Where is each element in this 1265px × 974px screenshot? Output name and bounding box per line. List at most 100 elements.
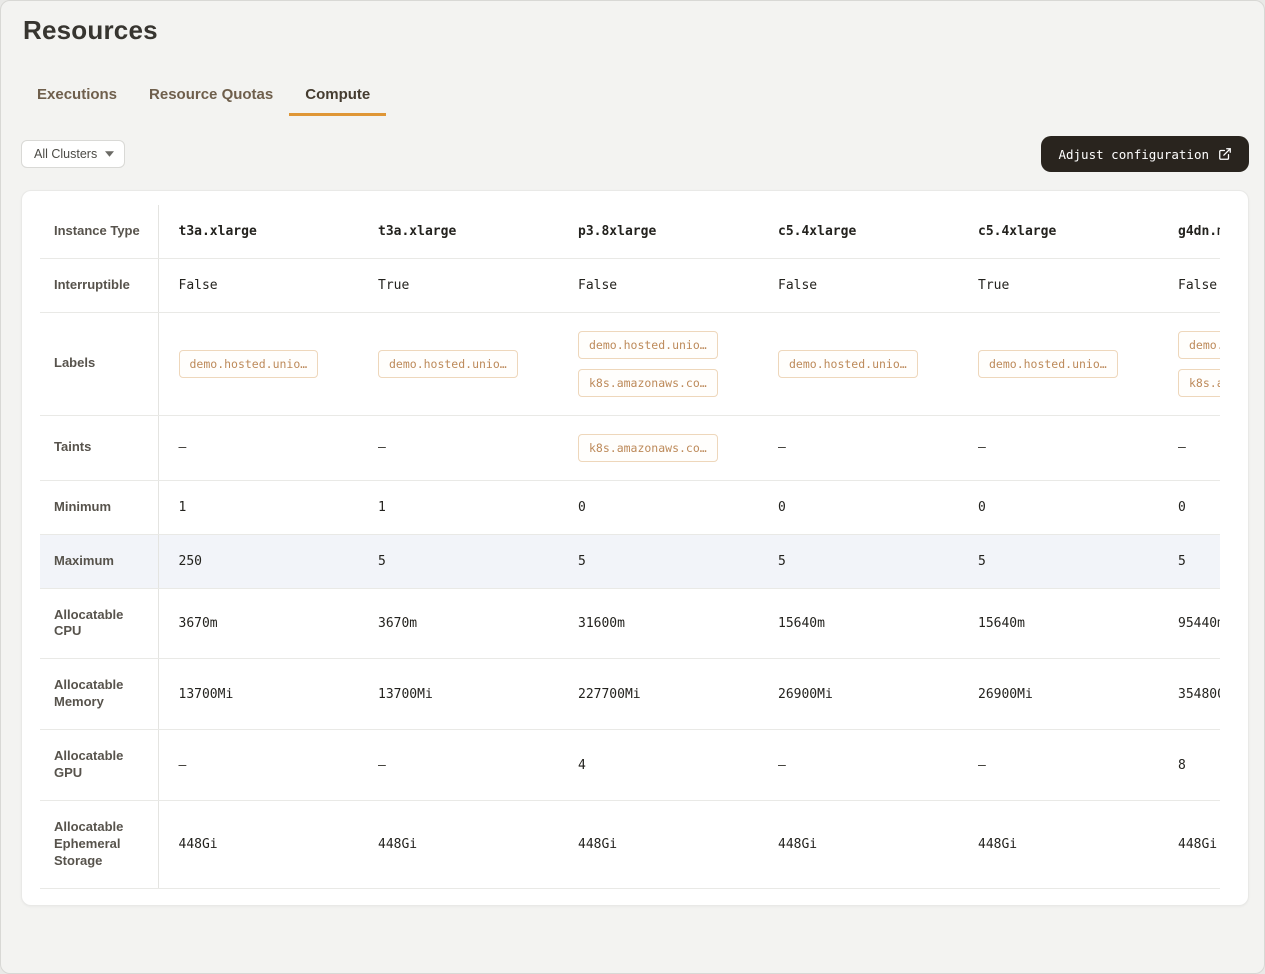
row-label-allocatable_cpu: Allocatable CPU [40,588,158,659]
cell-labels-col6: demo.hosted.unio… k8s.amazonaws.co… [1158,312,1220,415]
cell-allocatable_cpu-col6: 95440m [1158,588,1220,659]
cell-value: 13700Mi [179,687,234,702]
cell-allocatable_cpu-col3: 31600m [558,588,758,659]
cell-allocatable_gpu-col2: — [358,730,558,801]
cell-allocatable_gpu-col3: 4 [558,730,758,801]
cell-maximum-col6: 5 [1158,534,1220,588]
cell-interruptible-col5: True [958,258,1158,312]
table-row-interruptible: InterruptibleFalseTrueFalseFalseTrueFals… [40,258,1220,312]
cell-taints-col2: — [358,415,558,480]
cell-value: 0 [778,500,786,515]
cell-value: 448Gi [578,837,617,852]
cell-value: 5 [1178,554,1186,569]
cell-allocatable_memory-col3: 227700Mi [558,659,758,730]
cell-minimum-col5: 0 [958,480,1158,534]
cell-value: 15640m [978,616,1025,631]
cell-maximum-col3: 5 [558,534,758,588]
tab-compute[interactable]: Compute [289,78,386,116]
cell-value: — [778,758,786,773]
page-title: Resources [21,15,1249,46]
cell-value: p3.8xlarge [578,224,656,239]
cell-labels-col1: demo.hosted.unio… [158,312,358,415]
cell-value: 3670m [378,616,417,631]
cell-allocatable_ephemeral_storage-col1: 448Gi [158,800,358,888]
table-scroll-area: Instance Typet3a.xlarget3a.xlargep3.8xla… [40,205,1220,889]
label-chip: k8s.amazonaws.co… [578,369,718,397]
cell-value: t3a.xlarge [179,224,257,239]
cell-value: 15640m [778,616,825,631]
label-chip: demo.hosted.unio… [978,350,1118,378]
cell-value: 31600m [578,616,625,631]
cell-taints-col4: — [758,415,958,480]
cluster-filter-label: All Clusters [34,147,97,161]
cell-allocatable_ephemeral_storage-col5: 448Gi [958,800,1158,888]
label-chip: k8s.amazonaws.co… [1178,369,1220,397]
cell-allocatable_memory-col1: 13700Mi [158,659,358,730]
chip-stack: demo.hosted.unio… [179,350,339,378]
cell-value: 5 [578,554,586,569]
cell-minimum-col1: 1 [158,480,358,534]
empty-value: — [978,440,986,455]
cell-allocatable_memory-col4: 26900Mi [758,659,958,730]
cell-labels-col4: demo.hosted.unio… [758,312,958,415]
cell-value: 5 [978,554,986,569]
table-row-allocatable_ephemeral_storage: Allocatable Ephemeral Storage448Gi448Gi4… [40,800,1220,888]
table-row-allocatable_gpu: Allocatable GPU——4——8 [40,730,1220,801]
cell-allocatable_cpu-col5: 15640m [958,588,1158,659]
cell-value: c5.4xlarge [778,224,856,239]
cell-allocatable_ephemeral_storage-col2: 448Gi [358,800,558,888]
cell-value: 0 [1178,500,1186,515]
tab-executions[interactable]: Executions [21,78,133,116]
cell-minimum-col2: 1 [358,480,558,534]
cell-minimum-col4: 0 [758,480,958,534]
cell-allocatable_ephemeral_storage-col6: 448Gi [1158,800,1220,888]
cell-maximum-col5: 5 [958,534,1158,588]
adjust-configuration-button[interactable]: Adjust configuration [1041,136,1249,172]
label-chip: demo.hosted.unio… [778,350,918,378]
cell-instance_type-col2: t3a.xlarge [358,205,558,258]
cell-instance_type-col5: c5.4xlarge [958,205,1158,258]
cell-value: 5 [378,554,386,569]
cell-labels-col5: demo.hosted.unio… [958,312,1158,415]
cell-maximum-col4: 5 [758,534,958,588]
table-row-labels: Labelsdemo.hosted.unio…demo.hosted.unio…… [40,312,1220,415]
cell-value: — [179,758,187,773]
empty-value: — [378,440,386,455]
cell-value: 448Gi [378,837,417,852]
label-chip: demo.hosted.unio… [179,350,319,378]
cell-value: 448Gi [179,837,218,852]
cell-allocatable_cpu-col2: 3670m [358,588,558,659]
chip-stack: k8s.amazonaws.co… [578,434,738,462]
chip-stack: demo.hosted.unio… k8s.amazonaws.co… [1178,331,1220,397]
cell-value: 1 [378,500,386,515]
cell-value: — [978,758,986,773]
cell-allocatable_gpu-col4: — [758,730,958,801]
compute-table-card: Instance Typet3a.xlarget3a.xlargep3.8xla… [21,190,1249,906]
label-chip: demo.hosted.unio… [1178,331,1220,359]
cell-taints-col6: — [1158,415,1220,480]
cell-allocatable_memory-col5: 26900Mi [958,659,1158,730]
cell-value: 26900Mi [978,687,1033,702]
cell-value: 5 [778,554,786,569]
cell-value: True [978,278,1009,293]
cluster-filter-dropdown[interactable]: All Clusters [21,140,125,168]
cell-interruptible-col3: False [558,258,758,312]
resources-table: Instance Typet3a.xlarget3a.xlargep3.8xla… [40,205,1220,889]
cell-allocatable_ephemeral_storage-col4: 448Gi [758,800,958,888]
row-label-minimum: Minimum [40,480,158,534]
taint-chip: k8s.amazonaws.co… [578,434,718,462]
table-row-maximum: Maximum25055555 [40,534,1220,588]
cell-minimum-col3: 0 [558,480,758,534]
cell-allocatable_memory-col2: 13700Mi [358,659,558,730]
chip-stack: demo.hosted.unio…k8s.amazonaws.co… [578,331,738,397]
cell-allocatable_cpu-col4: 15640m [758,588,958,659]
cell-value: t3a.xlarge [378,224,456,239]
cell-maximum-col2: 5 [358,534,558,588]
row-label-maximum: Maximum [40,534,158,588]
table-row-allocatable_cpu: Allocatable CPU3670m3670m31600m15640m156… [40,588,1220,659]
tab-resource-quotas[interactable]: Resource Quotas [133,78,289,116]
row-label-interruptible: Interruptible [40,258,158,312]
cell-interruptible-col6: False [1158,258,1220,312]
cell-instance_type-col1: t3a.xlarge [158,205,358,258]
chip-stack: demo.hosted.unio… [378,350,538,378]
